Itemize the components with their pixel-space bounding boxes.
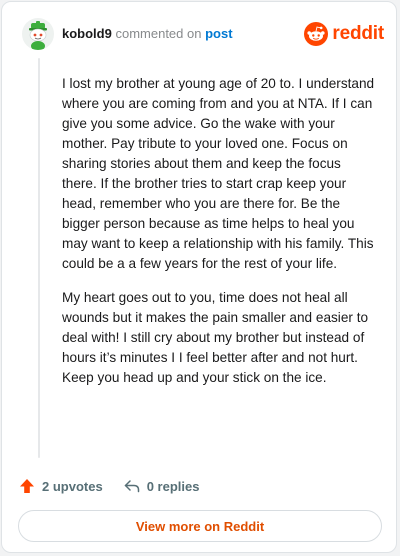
reddit-wordmark: reddit (332, 23, 384, 44)
comment-header: kobold9 commented on post reddit (2, 2, 398, 66)
upvote-arrow-icon (20, 479, 34, 493)
post-link[interactable]: post (205, 26, 232, 41)
thread-line (38, 58, 40, 458)
view-more-button[interactable]: View more on Reddit (18, 510, 382, 542)
reddit-brand[interactable]: reddit (304, 21, 384, 47)
comment-embed-card: kobold9 commented on post reddit I lost … (1, 1, 397, 553)
reply-button[interactable]: 0 replies (123, 477, 200, 495)
username-link[interactable]: kobold9 (62, 26, 112, 41)
comment-actions: 2 upvotes 0 replies (18, 474, 219, 498)
reply-count: 0 replies (146, 478, 200, 494)
reddit-logo-icon (304, 22, 329, 46)
upvote-button[interactable]: 2 upvotes (18, 477, 103, 495)
reply-arrow-icon (124, 480, 139, 493)
upvote-count: 2 upvotes (42, 478, 103, 494)
avatar[interactable] (22, 18, 54, 50)
comment-paragraph: My heart goes out to you, time does not … (62, 290, 369, 385)
commented-on-text: commented on (115, 26, 202, 41)
comment-meta: kobold9 commented on post (62, 26, 233, 42)
comment-body: I lost my brother at young age of 20 to.… (62, 74, 376, 402)
snoo-avatar-icon (22, 18, 54, 50)
comment-paragraph: I lost my brother at young age of 20 to.… (62, 76, 375, 271)
view-more-label: View more on Reddit (135, 518, 265, 534)
